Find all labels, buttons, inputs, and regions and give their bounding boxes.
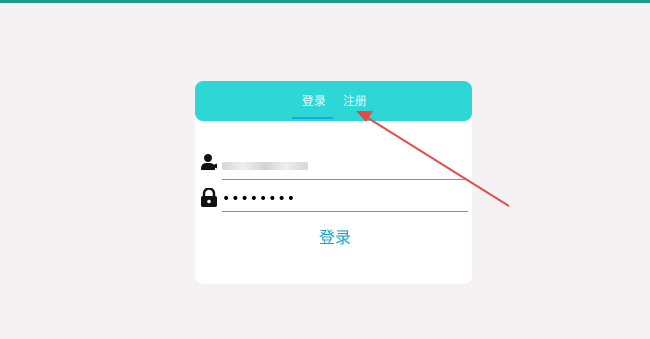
password-field[interactable]: •••••••• (222, 186, 468, 212)
password-value: •••••••• (222, 191, 297, 207)
login-button[interactable]: 登录 (310, 226, 360, 250)
active-tab-indicator (292, 117, 333, 119)
top-accent-bar (0, 0, 650, 3)
lock-icon (200, 187, 218, 207)
tab-register[interactable]: 注册 (343, 93, 367, 109)
user-icon (200, 153, 218, 171)
tab-login[interactable]: 登录 (302, 93, 326, 109)
username-value-redacted (222, 162, 308, 170)
auth-tab-bar: 登录 注册 (195, 81, 472, 121)
auth-card: 登录 注册 •••••••• 登录 (195, 81, 472, 284)
username-field[interactable] (222, 153, 468, 180)
